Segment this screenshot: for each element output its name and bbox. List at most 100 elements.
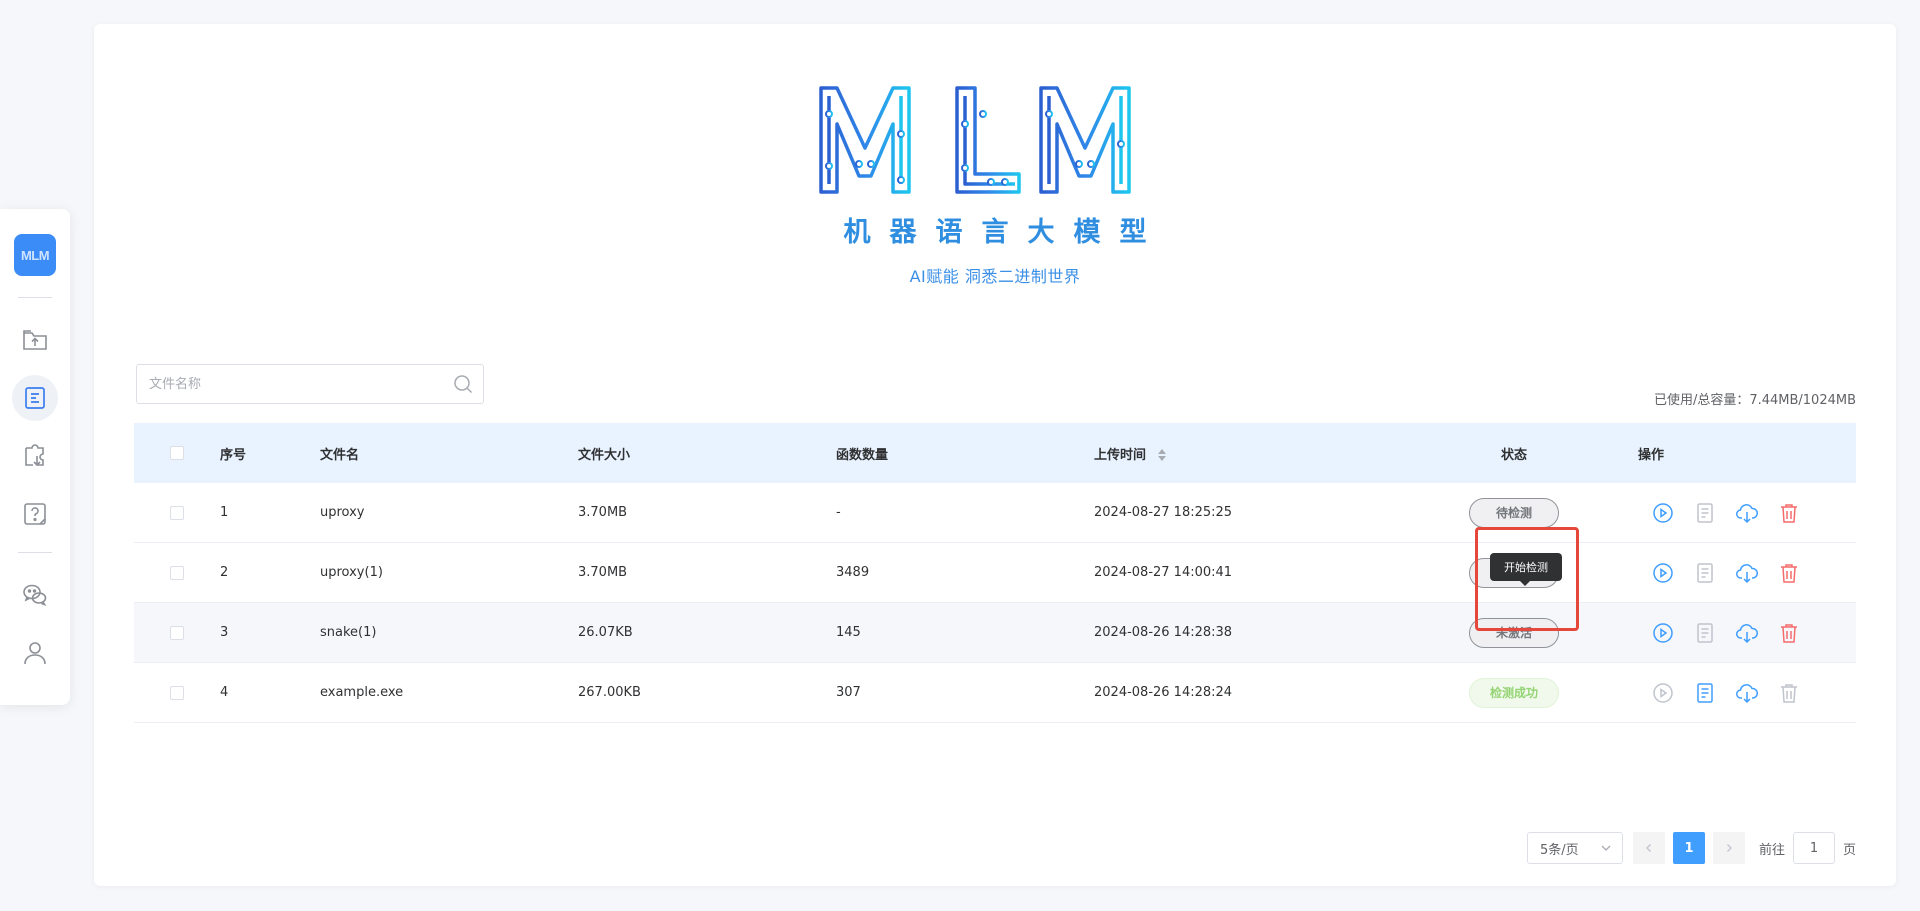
tooltip: 开始检测 xyxy=(1490,553,1562,586)
row-index: 4 xyxy=(220,685,229,700)
storage-usage: 已使用/总容量：7.44MB/1024MB xyxy=(1653,393,1856,408)
main-card: 机器语言大模型 AI赋能 洞悉二进制世界 已使用/总容量：7.44MB/1024… xyxy=(94,24,1896,886)
row-size: 3.70MB xyxy=(578,565,628,580)
row-functions: 145 xyxy=(836,625,861,640)
hero-title: 机器语言大模型 xyxy=(843,217,1166,248)
download-button[interactable] xyxy=(1734,680,1760,706)
start-detect-button[interactable] xyxy=(1650,500,1676,526)
row-name: snake(1) xyxy=(320,625,377,640)
sidebar-item-wechat[interactable] xyxy=(12,572,58,618)
page-size-select[interactable]: 5条/页 xyxy=(1526,832,1623,864)
cloud-download-icon xyxy=(1736,503,1759,523)
table-row: 2 uproxy(1) 3.70MB 3489 2024-08-27 14:00… xyxy=(134,543,1856,603)
row-name: example.exe xyxy=(320,685,404,700)
puzzle-download-icon xyxy=(25,444,44,467)
row-functions: 307 xyxy=(836,685,861,700)
row-checkbox[interactable] xyxy=(170,565,184,580)
view-report-button[interactable] xyxy=(1692,620,1718,646)
header-upload-time[interactable]: 上传时间 xyxy=(1094,444,1394,463)
prev-page-button[interactable] xyxy=(1632,832,1665,864)
start-detect-button[interactable] xyxy=(1650,620,1676,646)
help-icon xyxy=(24,503,46,525)
table-row: 1 uproxy 3.70MB - 2024-08-27 18:25:25 待检… xyxy=(134,483,1856,543)
header-index: 序号 xyxy=(220,447,247,463)
page-number-current[interactable]: 1 xyxy=(1672,832,1705,864)
sort-icon[interactable] xyxy=(1157,448,1167,462)
trash-icon xyxy=(1781,683,1797,703)
pagination: 5条/页 1 前往 1 页 xyxy=(1526,832,1856,864)
view-report-button[interactable] xyxy=(1692,680,1718,706)
cloud-download-icon xyxy=(1736,683,1759,703)
app-logo[interactable]: MLM xyxy=(14,234,56,276)
next-page-button[interactable] xyxy=(1712,832,1745,864)
user-icon xyxy=(24,642,46,665)
sidebar: MLM xyxy=(0,209,70,705)
row-functions: 3489 xyxy=(836,565,870,580)
row-checkbox[interactable] xyxy=(170,505,184,520)
status-badge: 未激活 xyxy=(1469,617,1559,648)
row-index: 3 xyxy=(220,625,229,640)
goto-page-input[interactable]: 1 xyxy=(1792,832,1835,864)
start-detect-button[interactable] xyxy=(1650,680,1676,706)
header-status: 状态 xyxy=(1500,447,1527,463)
cloud-download-icon xyxy=(1736,623,1759,643)
search-box xyxy=(136,364,484,404)
document-icon xyxy=(1697,622,1713,643)
table-row: 3 snake(1) 26.07KB 145 2024-08-26 14:28:… xyxy=(134,603,1856,663)
row-name: uproxy xyxy=(320,505,365,520)
trash-icon xyxy=(1781,563,1797,583)
view-report-button[interactable] xyxy=(1692,500,1718,526)
sidebar-divider xyxy=(18,297,52,298)
table-header: 序号 文件名 文件大小 函数数量 上传时间 状态 操作 xyxy=(134,423,1856,483)
hero-subtitle: AI赋能 洞悉二进制世界 xyxy=(909,267,1081,286)
cloud-download-icon xyxy=(1736,563,1759,583)
row-checkbox[interactable] xyxy=(170,685,184,700)
select-all-checkbox[interactable] xyxy=(170,446,184,460)
header-functions: 函数数量 xyxy=(836,447,889,463)
sidebar-item-help[interactable] xyxy=(12,491,58,537)
sidebar-item-user[interactable] xyxy=(12,630,58,676)
delete-button[interactable] xyxy=(1776,500,1802,526)
row-upload-time: 2024-08-26 14:28:38 xyxy=(1094,625,1233,640)
row-upload-time: 2024-08-27 14:00:41 xyxy=(1094,565,1233,580)
file-list-icon xyxy=(25,387,45,409)
row-name: uproxy(1) xyxy=(320,565,383,580)
sidebar-item-upload[interactable] xyxy=(12,317,58,363)
status-badge: 检测成功 xyxy=(1469,677,1559,708)
sidebar-divider xyxy=(18,552,52,553)
row-size: 3.70MB xyxy=(578,505,628,520)
download-button[interactable] xyxy=(1734,560,1760,586)
download-button[interactable] xyxy=(1734,500,1760,526)
row-functions: - xyxy=(836,505,841,520)
chevron-left-icon xyxy=(1646,844,1651,852)
play-circle-icon xyxy=(1653,622,1673,643)
play-circle-icon xyxy=(1653,502,1673,523)
search-icon[interactable] xyxy=(443,365,483,403)
chevron-down-icon xyxy=(1601,845,1611,851)
row-index: 1 xyxy=(220,505,229,520)
table-row: 4 example.exe 267.00KB 307 2024-08-26 14… xyxy=(134,663,1856,723)
play-circle-icon xyxy=(1653,562,1673,583)
document-icon xyxy=(1697,562,1713,583)
row-upload-time: 2024-08-26 14:28:24 xyxy=(1094,685,1233,700)
mlm-logo xyxy=(819,86,1131,194)
delete-button[interactable] xyxy=(1776,680,1802,706)
search-input[interactable] xyxy=(137,365,443,403)
trash-icon xyxy=(1781,503,1797,523)
start-detect-button[interactable] xyxy=(1650,560,1676,586)
row-index: 2 xyxy=(220,565,229,580)
sidebar-item-files[interactable] xyxy=(12,375,58,421)
row-size: 26.07KB xyxy=(578,625,633,640)
row-checkbox[interactable] xyxy=(170,625,184,640)
status-badge: 待检测 xyxy=(1469,497,1559,528)
row-upload-time: 2024-08-27 18:25:25 xyxy=(1094,505,1233,520)
upload-folder-icon xyxy=(23,330,47,350)
download-button[interactable] xyxy=(1734,620,1760,646)
file-table: 序号 文件名 文件大小 函数数量 上传时间 状态 操作 1 uproxy 3.7… xyxy=(134,423,1856,723)
page-suffix: 页 xyxy=(1842,842,1856,858)
wechat-icon xyxy=(23,584,47,606)
view-report-button[interactable] xyxy=(1692,560,1718,586)
delete-button[interactable] xyxy=(1776,620,1802,646)
delete-button[interactable] xyxy=(1776,560,1802,586)
sidebar-item-plugins[interactable] xyxy=(12,433,58,479)
